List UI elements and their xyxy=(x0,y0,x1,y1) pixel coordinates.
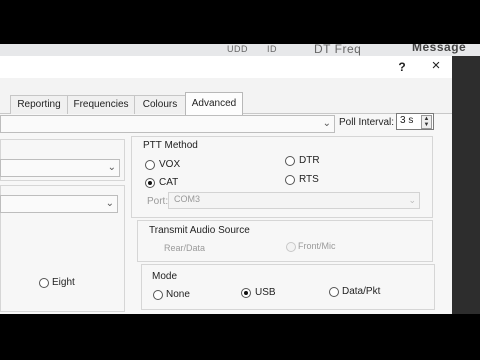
audio-rear-data-label: Rear/Data xyxy=(164,243,206,253)
video-letterbox-bottom xyxy=(0,314,480,360)
mode-data-pkt-radio[interactable] xyxy=(329,287,339,297)
chevron-down-icon: ⌄ xyxy=(408,195,416,205)
chevron-down-icon: ⌄ xyxy=(322,118,331,129)
video-letterbox-top xyxy=(0,0,480,44)
ptt-vox-radio[interactable] xyxy=(145,160,155,170)
baud-rate-combo[interactable]: ⌄ xyxy=(0,195,118,213)
poll-interval-spinbox[interactable]: 3 s ▲ ▼ xyxy=(396,113,434,130)
mode-none-label: None xyxy=(166,289,190,300)
tab-advanced[interactable]: Advanced xyxy=(185,92,243,115)
audio-front-mic-label: Front/Mic xyxy=(298,241,336,251)
ptt-vox-label: VOX xyxy=(159,159,181,170)
tab-reporting[interactable]: Reporting xyxy=(10,95,68,114)
ptt-cat-label: CAT xyxy=(159,177,179,188)
poll-interval-label: Poll Interval: xyxy=(339,117,395,128)
close-button[interactable]: × xyxy=(426,57,446,74)
ptt-method-title: PTT Method xyxy=(143,140,198,151)
audio-front-mic-radio[interactable] xyxy=(286,242,296,252)
background-window-edge xyxy=(452,56,480,314)
data-bits-eight-label: Eight xyxy=(52,277,75,288)
dialog-titlebar: ? × xyxy=(0,56,452,78)
tab-frequencies[interactable]: Frequencies xyxy=(67,95,135,114)
ptt-rts-radio[interactable] xyxy=(285,175,295,185)
ptt-cat-radio[interactable] xyxy=(145,178,155,188)
mode-none-radio[interactable] xyxy=(153,290,163,300)
chevron-down-icon: ⌄ xyxy=(105,198,114,209)
ptt-dtr-radio[interactable] xyxy=(285,156,295,166)
ptt-dtr-label: DTR xyxy=(299,155,320,166)
ptt-rts-label: RTS xyxy=(299,174,319,185)
chevron-down-icon: ⌄ xyxy=(107,162,116,173)
mode-title: Mode xyxy=(152,271,178,282)
bg-column-udd: UDD xyxy=(227,44,248,54)
poll-interval-value: 3 s xyxy=(400,115,414,126)
mode-data-pkt-label: Data/Pkt xyxy=(342,286,381,297)
transmit-audio-title: Transmit Audio Source xyxy=(149,225,250,236)
ptt-port-value: COM3 xyxy=(174,194,201,204)
bg-column-message: Message xyxy=(412,44,467,54)
bg-column-freq: DT Freq xyxy=(314,44,362,56)
help-button[interactable]: ? xyxy=(392,60,412,74)
bg-column-id: ID xyxy=(267,44,277,54)
tab-colours[interactable]: Colours xyxy=(134,95,186,114)
ptt-port-label: Port: xyxy=(147,196,169,207)
rig-combo[interactable]: ⌄ xyxy=(0,115,335,133)
mode-group xyxy=(141,264,435,310)
data-bits-eight-radio[interactable] xyxy=(39,278,49,288)
mode-usb-label: USB xyxy=(255,287,276,298)
spin-arrows-icon[interactable]: ▲ ▼ xyxy=(421,115,432,129)
serial-port-combo[interactable]: ⌄ xyxy=(0,159,120,177)
ptt-port-combo[interactable]: COM3 ⌄ xyxy=(168,192,420,209)
mode-usb-radio[interactable] xyxy=(241,288,251,298)
